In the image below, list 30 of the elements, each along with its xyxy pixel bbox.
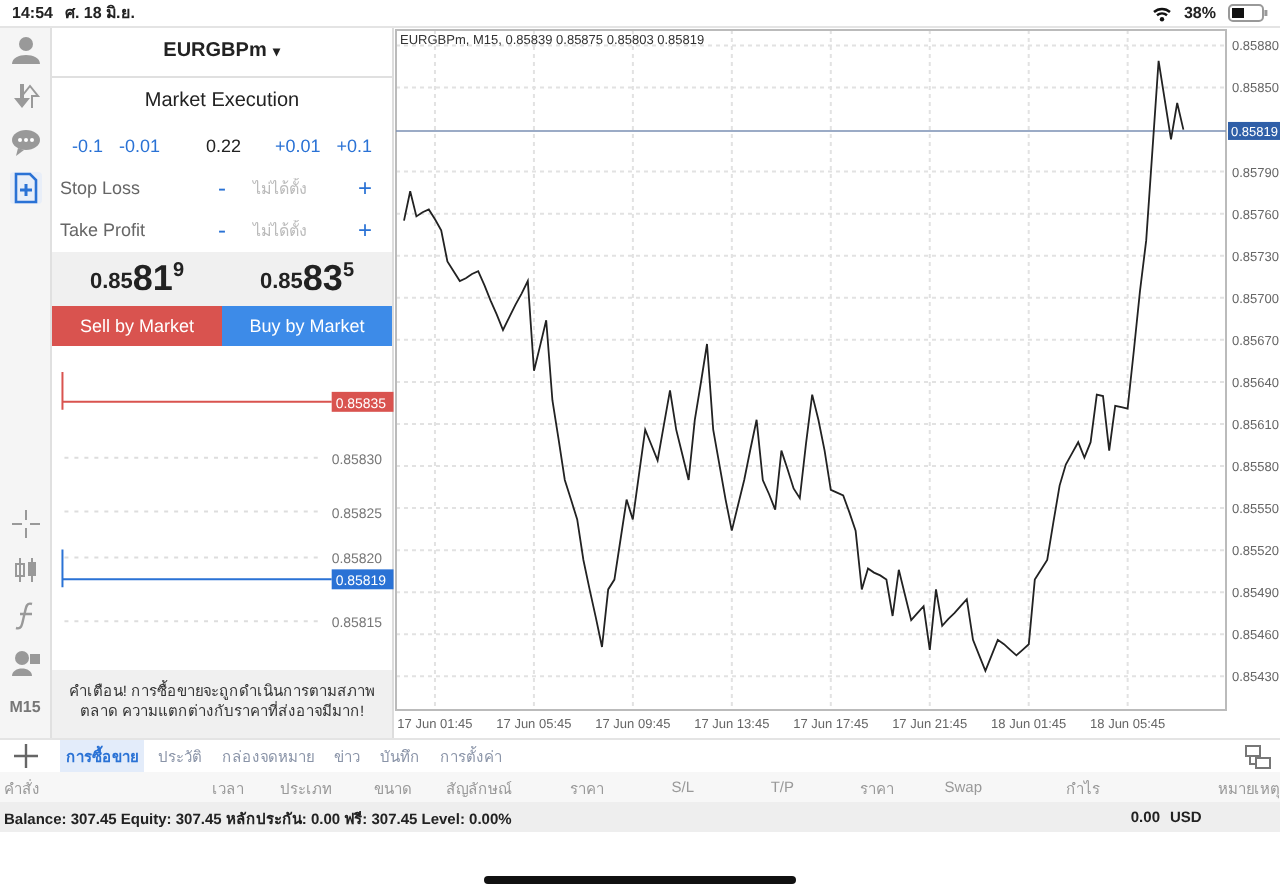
status-time: 14:54 — [12, 4, 53, 22]
decrease-button[interactable]: - — [212, 216, 232, 245]
buy-button[interactable]: Buy by Market — [222, 305, 392, 346]
volume-step-button[interactable]: -0.01 — [111, 136, 169, 157]
timeframe-button[interactable]: M15 — [9, 690, 41, 722]
layout-icon[interactable] — [1244, 743, 1272, 769]
volume-step-button[interactable]: -0.1 — [64, 136, 112, 157]
battery-icon — [1228, 4, 1268, 22]
volume-step-button[interactable]: +0.1 — [328, 136, 380, 157]
person-icon[interactable] — [9, 34, 41, 66]
stop-label: Take Profit — [60, 220, 148, 241]
increase-button[interactable]: + — [352, 174, 379, 203]
volume-value: 0.22 — [203, 136, 243, 157]
decrease-button[interactable]: - — [212, 174, 232, 203]
increase-button[interactable]: + — [352, 216, 379, 245]
chat-icon[interactable] — [9, 126, 41, 158]
execution-type[interactable]: Market Execution — [144, 90, 300, 113]
symbol-name[interactable]: EURGBPm — [163, 40, 267, 63]
volume-step-button[interactable]: +0.01 — [266, 136, 329, 157]
people-icon[interactable] — [9, 646, 41, 678]
document-plus-icon[interactable] — [9, 172, 41, 204]
sell-button[interactable]: Sell by Market — [52, 305, 222, 346]
arrows-icon[interactable] — [9, 80, 41, 112]
crosshair-icon[interactable] — [9, 508, 41, 540]
stop-label: Stop Loss — [60, 178, 143, 199]
wifi-icon — [1151, 5, 1172, 21]
candlestick-icon[interactable] — [9, 554, 41, 586]
status-date: ศ. 18 มิ.ย. — [64, 2, 135, 26]
battery-percent: 38% — [1183, 4, 1216, 22]
plus-icon[interactable] — [12, 742, 40, 770]
